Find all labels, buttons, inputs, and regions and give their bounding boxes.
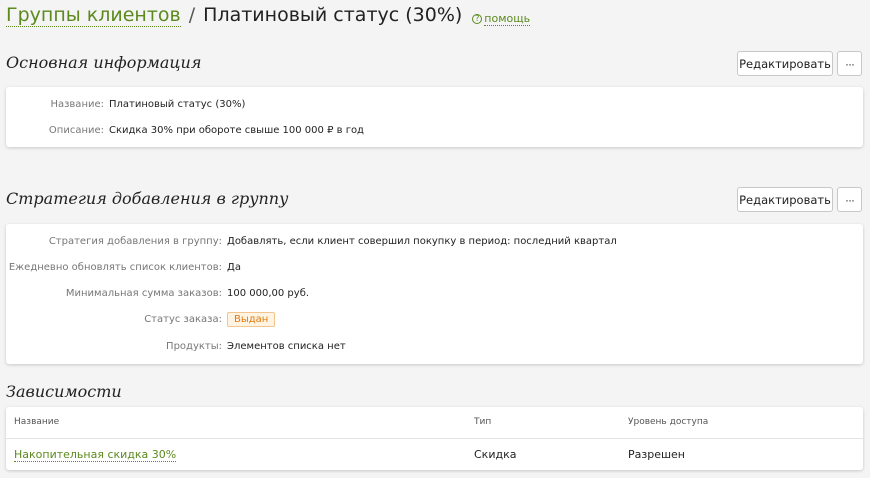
section-title-strategy: Стратегия добавления в группу (6, 189, 289, 208)
dependencies-table: Название Тип Уровень доступа Накопительн… (6, 407, 863, 470)
info-label: Описание: (48, 125, 104, 136)
breadcrumb: Группы клиентов / Платиновый статус (30%… (6, 4, 531, 30)
info-row-description: Описание: Скидка 30% при обороте свыше 1… (6, 125, 364, 136)
dependency-type: Скидка (474, 448, 517, 461)
help-link[interactable]: ? помощь (472, 12, 531, 26)
strategy-card: Стратегия добавления в группу: Добавлять… (6, 224, 863, 364)
status-badge: Выдан (227, 312, 276, 327)
breadcrumb-separator: / (188, 4, 196, 26)
more-strategy-button[interactable]: ··· (837, 187, 862, 212)
strategy-label: Ежедневно обновлять список клиентов: (8, 262, 222, 273)
strategy-row-daily-update: Ежедневно обновлять список клиентов: Да (6, 262, 241, 273)
breadcrumb-link-client-groups[interactable]: Группы клиентов (6, 4, 181, 27)
dependency-link[interactable]: Накопительная скидка 30% (14, 448, 177, 462)
info-value: Скидка 30% при обороте свыше 100 000 ₽ в… (109, 125, 364, 136)
strategy-row-min-sum: Минимальная сумма заказов: 100 000,00 ру… (6, 288, 309, 299)
strategy-value: 100 000,00 руб. (227, 288, 310, 299)
strategy-row-order-status: Статус заказа: Выдан (6, 312, 276, 327)
strategy-label: Статус заказа: (144, 314, 222, 325)
edit-strategy-button[interactable]: Редактировать (737, 187, 833, 212)
help-label: помощь (484, 12, 531, 26)
more-basic-info-button[interactable]: ··· (837, 51, 862, 76)
strategy-value: Да (227, 262, 241, 273)
strategy-label: Стратегия добавления в группу: (48, 236, 222, 247)
section-title-basic-info: Основная информация (6, 53, 202, 72)
dependency-access: Разрешен (628, 448, 685, 461)
column-header-access: Уровень доступа (628, 417, 709, 427)
section-title-dependencies: Зависимости (6, 382, 122, 401)
edit-basic-info-button[interactable]: Редактировать (737, 51, 833, 76)
info-row-name: Название: Платиновый статус (30%) (6, 99, 245, 110)
info-label: Название: (50, 99, 104, 110)
info-value: Платиновый статус (30%) (109, 99, 246, 110)
basic-info-card: Название: Платиновый статус (30%) Описан… (6, 87, 863, 147)
strategy-value: Добавлять, если клиент совершил покупку … (227, 236, 617, 247)
page-title: Платиновый статус (30%) (203, 4, 463, 26)
strategy-label: Продукты: (166, 341, 222, 352)
strategy-row-products: Продукты: Элементов списка нет (6, 341, 346, 352)
strategy-value: Элементов списка нет (227, 341, 346, 352)
column-header-type: Тип (474, 417, 492, 427)
strategy-row-mode: Стратегия добавления в группу: Добавлять… (6, 236, 617, 247)
column-header-name: Название (14, 417, 60, 427)
strategy-label: Минимальная сумма заказов: (65, 288, 222, 299)
help-icon: ? (472, 14, 483, 24)
table-divider (6, 438, 863, 439)
